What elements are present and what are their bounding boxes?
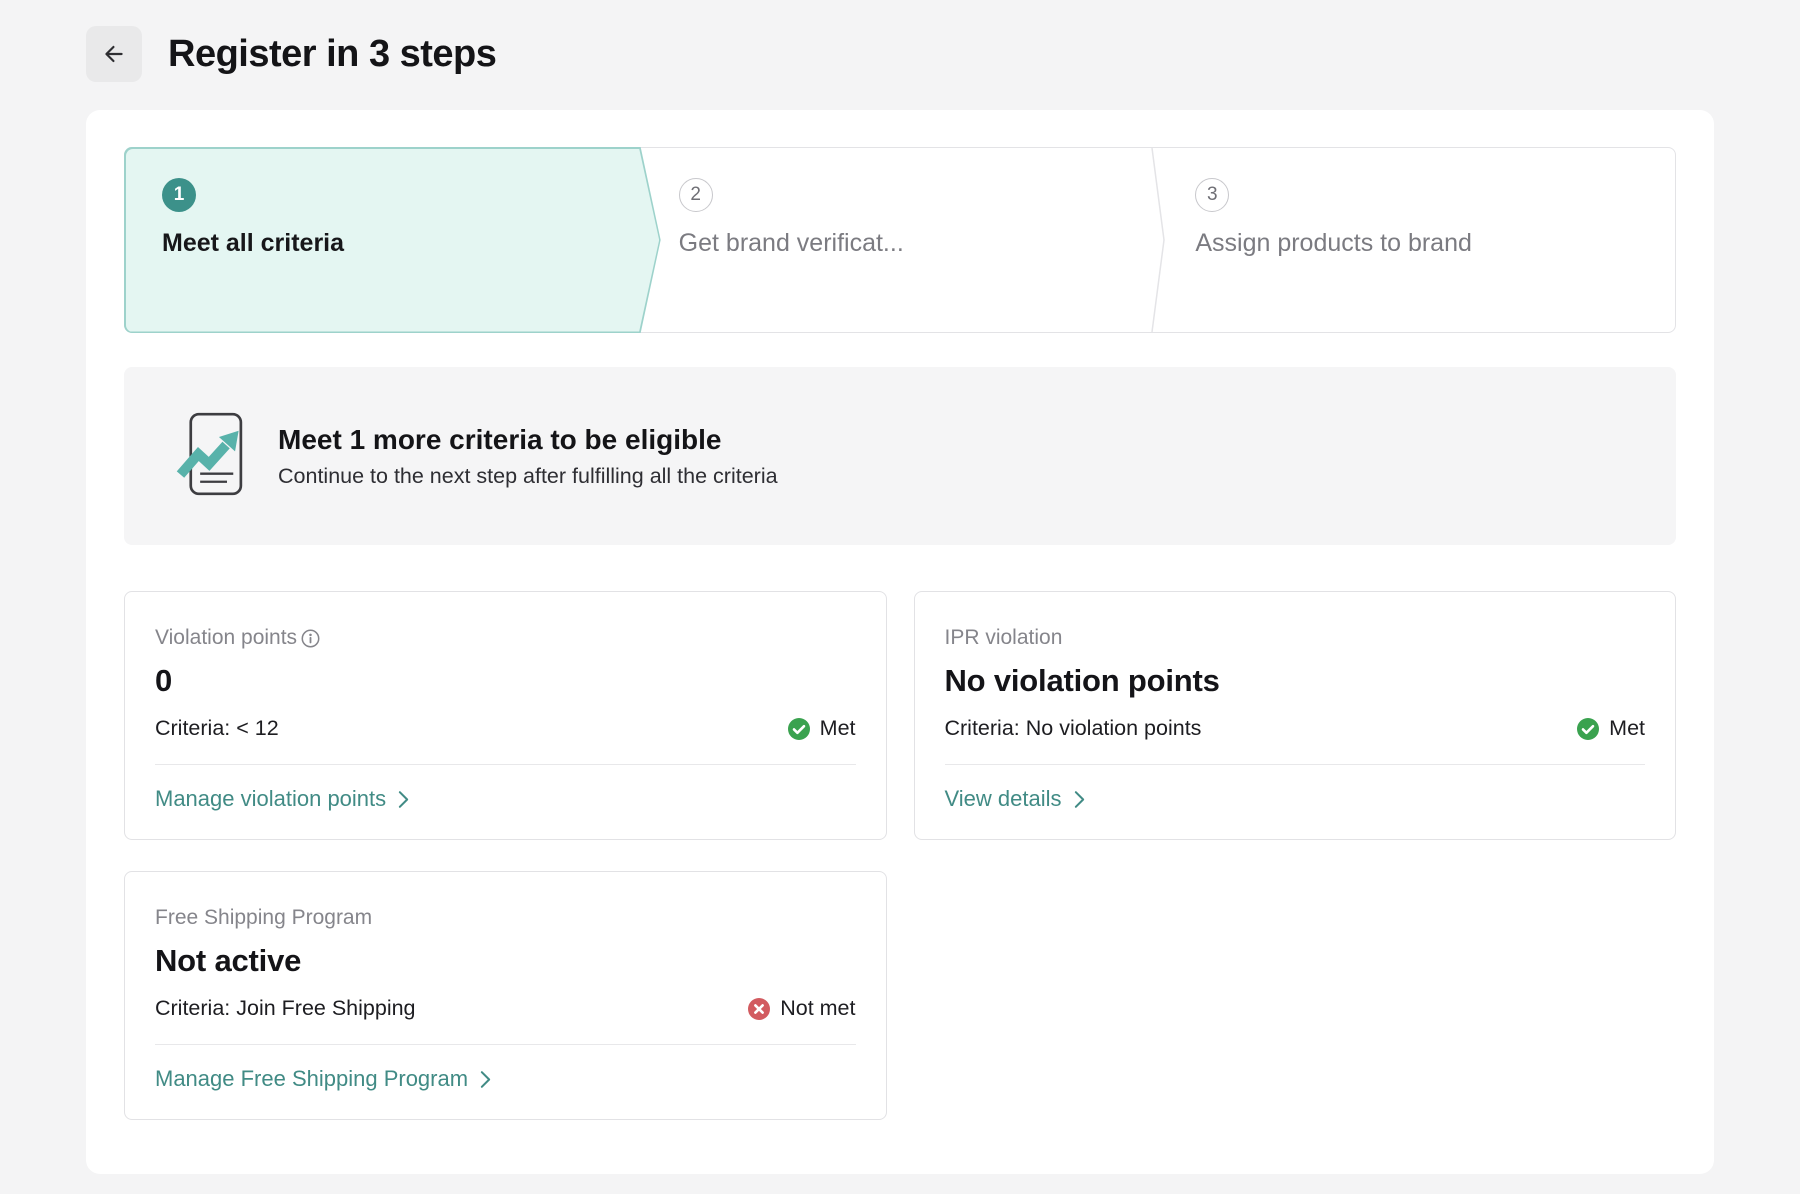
- criteria-text: Criteria: < 12: [155, 716, 279, 741]
- eligibility-banner: Meet 1 more criteria to be eligible Cont…: [124, 367, 1676, 545]
- criteria-row: Criteria: Join Free Shipping Not met: [155, 996, 856, 1021]
- criteria-text: Criteria: No violation points: [945, 716, 1202, 741]
- info-icon[interactable]: [300, 628, 321, 649]
- step-3-number: 3: [1195, 178, 1229, 212]
- arrow-left-icon: [101, 41, 127, 67]
- step-2-label: Get brand verificat...: [679, 229, 1159, 258]
- card-label-row: Violation points: [155, 626, 856, 650]
- step-1-number: 1: [162, 178, 196, 212]
- banner-subtitle: Continue to the next step after fulfilli…: [278, 464, 778, 489]
- chevron-right-icon: [480, 1070, 491, 1089]
- criteria-cards: Violation points 0 Criteria: < 12: [124, 591, 1676, 1120]
- free-shipping-value: Not active: [155, 943, 856, 979]
- link-text: Manage violation points: [155, 786, 386, 812]
- step-1-label: Meet all criteria: [162, 229, 642, 258]
- link-text: View details: [945, 786, 1062, 812]
- criteria-row: Criteria: No violation points Met: [945, 716, 1646, 741]
- status-text: Met: [820, 716, 856, 741]
- status-text: Not met: [780, 996, 855, 1021]
- page-title: Register in 3 steps: [168, 33, 496, 76]
- violation-points-value: 0: [155, 663, 856, 699]
- x-circle-icon: [747, 997, 771, 1021]
- manage-violation-points-link[interactable]: Manage violation points: [155, 765, 409, 839]
- step-3-label: Assign products to brand: [1195, 229, 1675, 258]
- ipr-violation-label: IPR violation: [945, 626, 1063, 650]
- violation-points-label: Violation points: [155, 626, 297, 650]
- card-label-row: IPR violation: [945, 626, 1646, 650]
- free-shipping-label: Free Shipping Program: [155, 906, 372, 930]
- manage-free-shipping-link[interactable]: Manage Free Shipping Program: [155, 1045, 491, 1119]
- status-badge: Met: [1576, 716, 1645, 741]
- step-2-number: 2: [679, 178, 713, 212]
- chart-document-icon: [176, 410, 244, 503]
- violation-points-card: Violation points 0 Criteria: < 12: [124, 591, 887, 840]
- step-3-assign-products[interactable]: 3 Assign products to brand: [1158, 148, 1675, 332]
- criteria-row: Criteria: < 12 Met: [155, 716, 856, 741]
- step-progress-bar: 1 Meet all criteria 2 Get brand verifica…: [124, 147, 1676, 333]
- ipr-violation-value: No violation points: [945, 663, 1646, 699]
- status-text: Met: [1609, 716, 1645, 741]
- back-button[interactable]: [86, 26, 142, 82]
- chevron-right-icon: [1074, 790, 1085, 809]
- check-circle-icon: [787, 717, 811, 741]
- view-details-link[interactable]: View details: [945, 765, 1085, 839]
- banner-text: Meet 1 more criteria to be eligible Cont…: [278, 424, 778, 489]
- page: Register in 3 steps 1 Meet all criteria …: [0, 0, 1800, 1194]
- criteria-text: Criteria: Join Free Shipping: [155, 996, 416, 1021]
- card-label-row: Free Shipping Program: [155, 906, 856, 930]
- check-circle-icon: [1576, 717, 1600, 741]
- step-2-get-brand-verification[interactable]: 2 Get brand verificat...: [642, 148, 1159, 332]
- step-1-meet-all-criteria[interactable]: 1 Meet all criteria: [125, 148, 642, 332]
- status-badge: Not met: [747, 996, 855, 1021]
- status-badge: Met: [787, 716, 856, 741]
- free-shipping-card: Free Shipping Program Not active Criteri…: [124, 871, 887, 1120]
- chevron-right-icon: [398, 790, 409, 809]
- registration-panel: 1 Meet all criteria 2 Get brand verifica…: [86, 110, 1714, 1174]
- header: Register in 3 steps: [0, 0, 1800, 82]
- link-text: Manage Free Shipping Program: [155, 1066, 468, 1092]
- banner-title: Meet 1 more criteria to be eligible: [278, 424, 778, 456]
- ipr-violation-card: IPR violation No violation points Criter…: [914, 591, 1677, 840]
